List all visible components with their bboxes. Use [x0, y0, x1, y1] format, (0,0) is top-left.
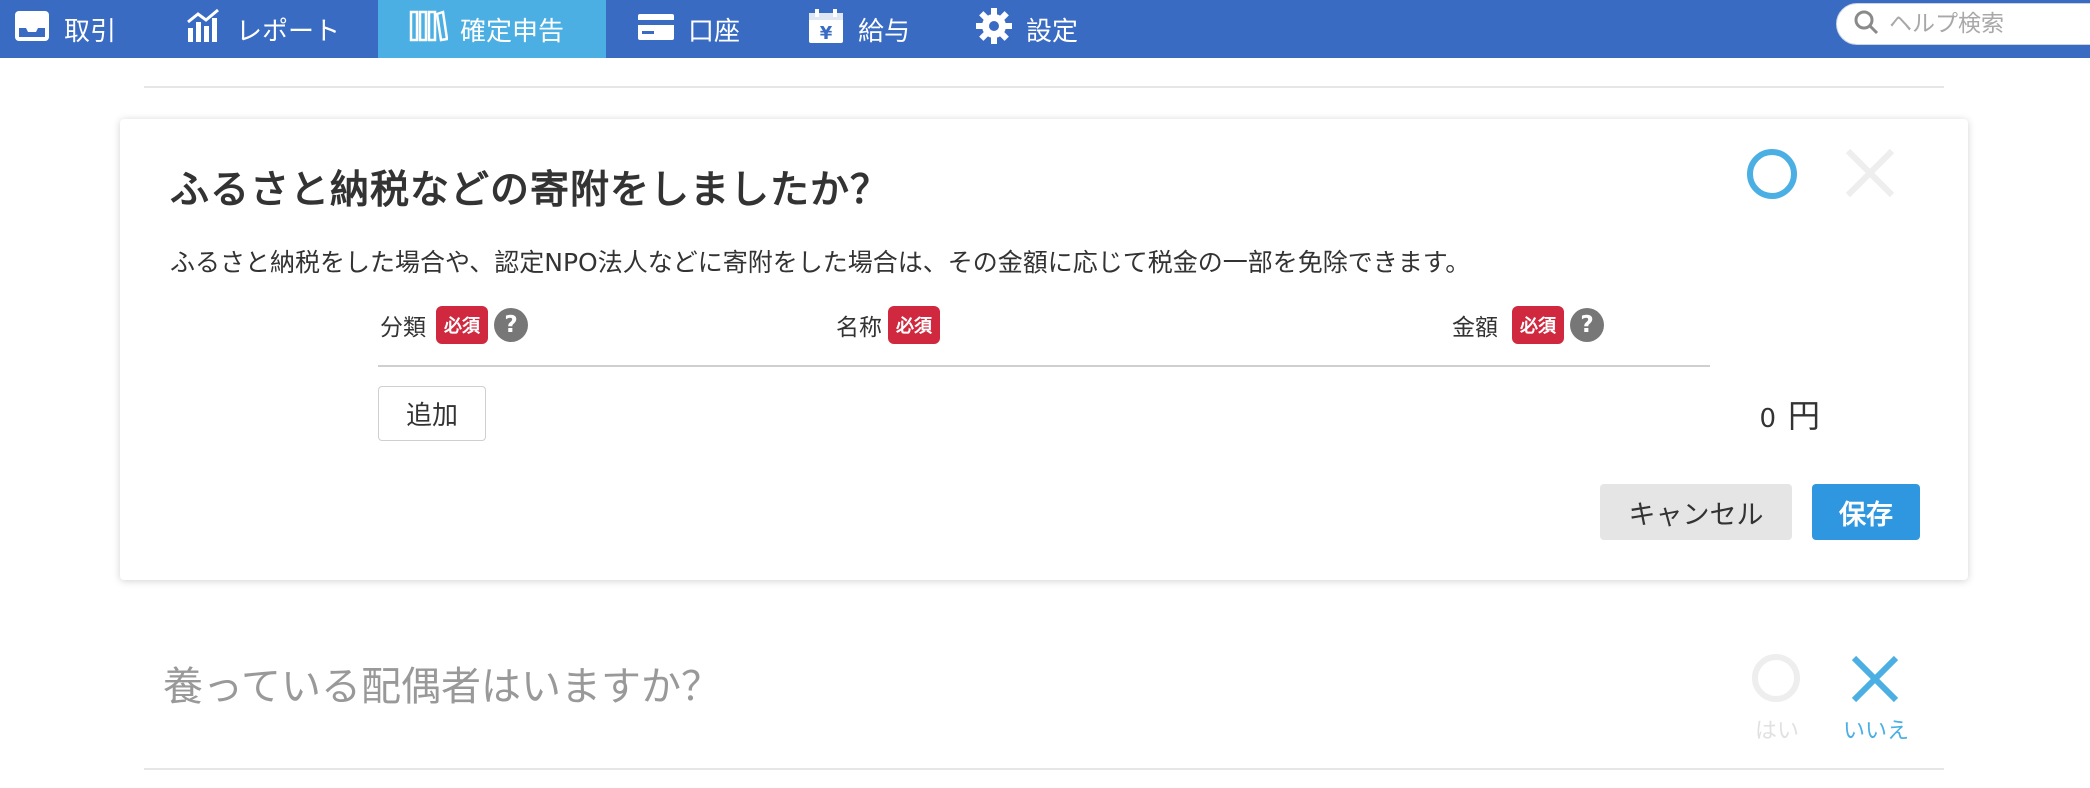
search-icon [1853, 9, 1879, 39]
nav-item-reports[interactable]: レポート [184, 0, 374, 58]
nav-item-label: 確定申告 [460, 16, 565, 47]
nav-item-payroll[interactable]: ¥ 給与 [806, 0, 926, 58]
nav-item-transactions[interactable]: 取引 [12, 0, 130, 58]
nav-item-label: 口座 [688, 16, 741, 47]
nav-item-accounts[interactable]: 口座 [636, 0, 756, 58]
total-amount-unit: 円 [1787, 397, 1820, 435]
cancel-button[interactable]: キャンセル [1600, 484, 1792, 540]
column-header-name: 名称 必須 [836, 306, 940, 344]
gear-icon [974, 6, 1014, 53]
nav-item-settings[interactable]: 設定 [974, 0, 1094, 58]
spouse-no-label[interactable]: いいえ [1834, 713, 1918, 745]
save-button[interactable]: 保存 [1812, 484, 1920, 540]
donation-question-title: ふるさと納税などの寄附をしましたか？ [170, 168, 891, 213]
column-header-amount: 金額 必須 ? [1452, 306, 1604, 344]
help-icon[interactable]: ? [1570, 308, 1604, 342]
add-row-button[interactable]: 追加 [378, 386, 486, 441]
calendar-yen-icon: ¥ [806, 6, 846, 53]
spouse-no-x-icon[interactable] [1848, 652, 1902, 706]
spouse-question-title: 養っている配偶者はいますか？ [163, 664, 721, 710]
total-amount-value: 0 [1759, 404, 1776, 434]
table-header-divider [378, 365, 1710, 367]
nav-item-label: 設定 [1026, 16, 1079, 47]
nav-item-tax-return[interactable]: 確定申告 [378, 0, 606, 58]
nav-item-label: 取引 [64, 16, 117, 47]
section-divider [144, 86, 1944, 88]
donation-description: ふるさと納税をした場合や、認定NPO法人などに寄附をした場合は、その金額に応じて… [170, 248, 1471, 277]
yes-answer-circle-icon[interactable] [1747, 149, 1797, 199]
required-badge: 必須 [436, 306, 488, 344]
top-nav: 取引 レポート 確定申告 口座 ¥ 給与 設定 [0, 0, 2090, 58]
spouse-yes-circle-icon[interactable] [1752, 654, 1800, 702]
help-search-input[interactable] [1889, 11, 2089, 37]
books-icon [408, 6, 449, 53]
card-icon [636, 6, 676, 53]
inbox-icon [12, 6, 52, 53]
spouse-yes-label[interactable]: はい [1752, 713, 1802, 745]
no-answer-x-icon[interactable] [1842, 145, 1898, 201]
help-icon[interactable]: ? [494, 308, 528, 342]
chart-icon [184, 6, 224, 53]
required-badge: 必須 [1512, 306, 1564, 344]
column-header-category: 分類 必須 ? [380, 306, 528, 344]
nav-item-label: レポート [236, 16, 341, 47]
column-label: 金額 [1452, 315, 1498, 341]
total-amount: 0円 [1620, 391, 1820, 437]
donation-question-card: ふるさと納税などの寄附をしましたか？ ふるさと納税をした場合や、認定NPO法人な… [120, 119, 1968, 580]
svg-text:¥: ¥ [820, 23, 833, 44]
section-divider [144, 768, 1944, 770]
required-badge: 必須 [888, 306, 940, 344]
help-search[interactable] [1836, 3, 2090, 45]
column-label: 分類 [380, 315, 426, 341]
column-label: 名称 [836, 315, 882, 341]
nav-item-label: 給与 [858, 16, 911, 47]
